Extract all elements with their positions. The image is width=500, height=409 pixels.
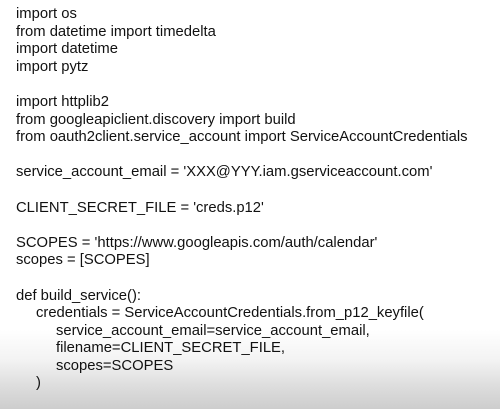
code-line: import os [16, 6, 77, 22]
code-line: filename=CLIENT_SECRET_FILE, [56, 340, 286, 357]
code-line: import httplib2 [16, 93, 109, 110]
code-line: ) [36, 375, 41, 392]
code-line: scopes = [SCOPES] [16, 252, 150, 269]
code-line: def build_service(): [16, 287, 142, 304]
code-line: from datetime import timedelta [16, 23, 216, 40]
code-line: from googleapiclient.discovery import bu… [16, 111, 296, 128]
code-block: import os from datetime import timedelta… [16, 6, 500, 393]
code-line: SCOPES = 'https://www.googleapis.com/aut… [16, 234, 378, 251]
code-line: from oauth2client.service_account import… [16, 129, 468, 146]
code-line: import pytz [16, 58, 89, 75]
code-line: credentials = ServiceAccountCredentials.… [36, 305, 424, 322]
code-line: scopes=SCOPES [56, 357, 174, 374]
code-line: service_account_email = 'XXX@YYY.iam.gse… [16, 164, 433, 181]
code-line: service_account_email=service_account_em… [56, 322, 370, 339]
code-line: import datetime [16, 41, 118, 58]
code-line: CLIENT_SECRET_FILE = 'creds.p12' [16, 199, 264, 216]
code-slide: import os from datetime import timedelta… [0, 0, 500, 409]
